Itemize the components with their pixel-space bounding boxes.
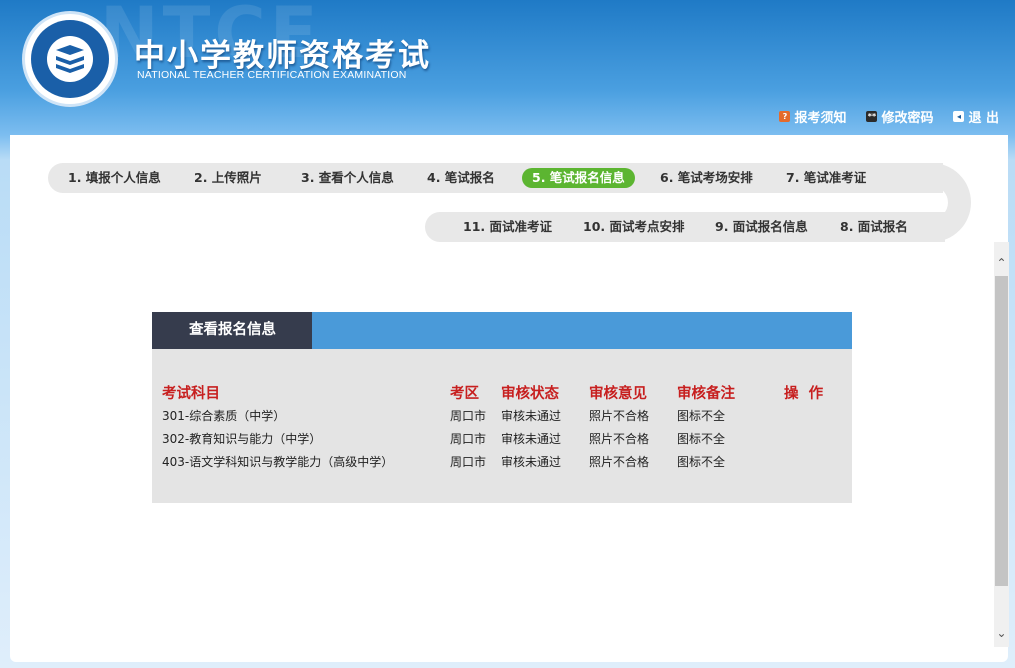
- info-header-bar: 查看报名信息: [152, 312, 852, 366]
- cell-status: 审核未通过: [501, 455, 562, 469]
- registration-info-table: 考试科目 考区 审核状态 审核意见 审核备注 操 作 301-综合素质（中学） …: [152, 349, 852, 503]
- site-header: NTCE 中小学教师资格考试 NATIONAL TEACHER CERTIFIC…: [0, 0, 1015, 135]
- ntce-logo: [22, 11, 118, 107]
- main-panel: 1. 填报个人信息 2. 上传照片 3. 查看个人信息 4. 笔试报名 5. 笔…: [10, 135, 1009, 662]
- help-icon: ?: [779, 111, 791, 122]
- exam-notice-link[interactable]: ? 报考须知: [779, 107, 846, 126]
- cell-region: 周口市: [450, 432, 487, 446]
- change-password-label: 修改密码: [881, 111, 934, 126]
- cell-subject: 302-教育知识与能力（中学）: [162, 432, 322, 446]
- cell-remark: 图标不全: [677, 432, 726, 446]
- step-4-written-signup[interactable]: 4. 笔试报名: [417, 168, 505, 188]
- column-header-opinion: 审核意见: [589, 386, 647, 402]
- column-header-subject: 考试科目: [162, 386, 220, 402]
- step-1-fill-info[interactable]: 1. 填报个人信息: [58, 168, 171, 188]
- column-header-status: 审核状态: [501, 386, 559, 402]
- vertical-scrollbar[interactable]: ⌃ ⌄: [994, 242, 1009, 647]
- exam-notice-label: 报考须知: [794, 111, 847, 126]
- change-password-link[interactable]: ** 修改密码: [866, 107, 933, 126]
- logout-label: 退 出: [968, 111, 999, 126]
- cell-status: 审核未通过: [501, 409, 562, 423]
- exit-icon: ◂: [953, 111, 965, 122]
- cell-opinion: 照片不合格: [589, 432, 650, 446]
- cell-region: 周口市: [450, 409, 487, 423]
- scroll-thumb[interactable]: [995, 276, 1008, 586]
- step-6-written-room[interactable]: 6. 笔试考场安排: [650, 168, 763, 188]
- cell-opinion: 照片不合格: [589, 409, 650, 423]
- cell-remark: 图标不全: [677, 409, 726, 423]
- step-3-view-info[interactable]: 3. 查看个人信息: [291, 168, 404, 188]
- column-header-remark: 审核备注: [677, 386, 735, 402]
- info-tab-title: 查看报名信息: [152, 312, 312, 349]
- step-10-interview-site[interactable]: 10. 面试考点安排: [573, 217, 695, 237]
- logout-link[interactable]: ◂ 退 出: [953, 107, 999, 126]
- step-2-upload-photo[interactable]: 2. 上传照片: [184, 168, 272, 188]
- step-9-interview-signup-info[interactable]: 9. 面试报名信息: [705, 217, 818, 237]
- top-links: ? 报考须知 ** 修改密码 ◂ 退 出: [779, 107, 999, 126]
- cell-subject: 403-语文学科知识与教学能力（高级中学）: [162, 455, 394, 469]
- scroll-down-icon[interactable]: ⌄: [994, 620, 1009, 646]
- cell-remark: 图标不全: [677, 455, 726, 469]
- cell-region: 周口市: [450, 455, 487, 469]
- cell-subject: 301-综合素质（中学）: [162, 409, 286, 423]
- column-header-action: 操 作: [784, 386, 824, 402]
- step-8-interview-signup[interactable]: 8. 面试报名: [830, 217, 918, 237]
- step-5-written-signup-info[interactable]: 5. 笔试报名信息: [522, 168, 635, 188]
- cell-status: 审核未通过: [501, 432, 562, 446]
- password-icon: **: [866, 111, 878, 122]
- scroll-up-icon[interactable]: ⌃: [994, 250, 1009, 276]
- step-7-written-admission[interactable]: 7. 笔试准考证: [776, 168, 876, 188]
- cell-opinion: 照片不合格: [589, 455, 650, 469]
- step-11-interview-admission[interactable]: 11. 面试准考证: [453, 217, 562, 237]
- site-subtitle: NATIONAL TEACHER CERTIFICATION EXAMINATI…: [137, 69, 407, 81]
- column-header-region: 考区: [450, 386, 479, 402]
